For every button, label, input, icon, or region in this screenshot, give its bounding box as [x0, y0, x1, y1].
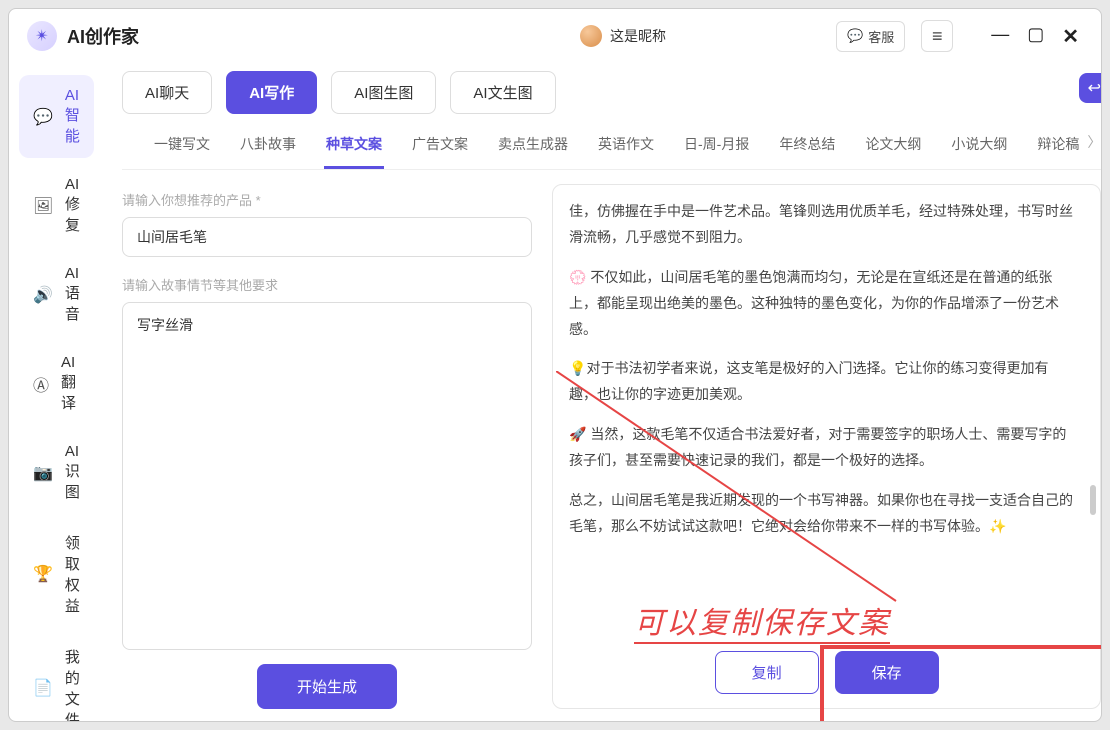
tab-ai-chat[interactable]: AI聊天 [122, 71, 212, 114]
app-title: AI创作家 [67, 23, 139, 49]
user-chip[interactable]: 这是昵称 [580, 25, 666, 47]
return-icon: ↩ [1088, 78, 1101, 98]
titlebar: AI创作家 这是昵称 💬 客服 — ▢ ✕ [9, 9, 1101, 63]
sub-tab-8[interactable]: 论文大纲 [863, 126, 923, 169]
file-icon: 📄 [33, 678, 53, 698]
back-button[interactable]: ↩ [1079, 73, 1102, 103]
maximize-button[interactable]: ▢ [1027, 24, 1044, 49]
top-tabs: AI聊天 AI写作 AI图生图 AI文生图 [122, 71, 1101, 114]
sub-tab-6[interactable]: 日-周-月报 [682, 126, 751, 169]
sidebar-item-ai-recognize[interactable]: 📷 AI识图 [19, 431, 94, 514]
sub-tab-2[interactable]: 种草文案 [324, 126, 384, 169]
sidebar-item-ai-repair[interactable]: 🖼 AI修复 [19, 164, 94, 247]
output-p2: 💮 不仅如此，山间居毛笔的墨色饱满而均匀，无论是在宣纸还是在普通的纸张上，都能呈… [569, 265, 1074, 343]
sub-tab-9[interactable]: 小说大纲 [949, 126, 1009, 169]
nickname: 这是昵称 [610, 26, 666, 46]
sub-tab-10[interactable]: 辩论稿 [1035, 126, 1081, 169]
chat-bubble-icon: 💬 [33, 107, 53, 127]
output-p1: 佳，仿佛握在手中是一件艺术品。笔锋则选用优质羊毛，经过特殊处理，书写时丝滑流畅，… [569, 199, 1074, 251]
speaker-icon: 🔊 [33, 285, 53, 305]
app-window: AI创作家 这是昵称 💬 客服 — ▢ ✕ 💬 AI智能 🖼 AI修复 [8, 8, 1102, 722]
close-button[interactable]: ✕ [1062, 24, 1079, 49]
output-p4: 🚀 当然，这款毛笔不仅适合书法爱好者，对于需要签字的职场人士、需要写字的孩子们，… [569, 422, 1074, 474]
sub-tab-3[interactable]: 广告文案 [410, 126, 470, 169]
output-panel: 佳，仿佛握在手中是一件艺术品。笔锋则选用优质羊毛，经过特殊处理，书写时丝滑流畅，… [552, 184, 1101, 709]
camera-icon: 📷 [33, 463, 53, 483]
minimize-button[interactable]: — [991, 24, 1009, 49]
trophy-icon: 🏆 [33, 564, 53, 584]
image-icon: 🖼 [33, 196, 53, 216]
chevron-right-icon[interactable]: 〉 [1087, 132, 1101, 152]
sub-tab-1[interactable]: 八卦故事 [238, 126, 298, 169]
sidebar-item-ai-voice[interactable]: 🔊 AI语音 [19, 253, 94, 336]
sub-tab-7[interactable]: 年终总结 [777, 126, 837, 169]
sub-tab-0[interactable]: 一键写文 [152, 126, 212, 169]
window-controls: — ▢ ✕ [991, 24, 1079, 49]
avatar [580, 25, 602, 47]
form-column: 请输入你想推荐的产品 * 请输入故事情节等其他要求 开始生成 [122, 184, 532, 709]
details-textarea[interactable] [122, 302, 532, 650]
generate-button[interactable]: 开始生成 [257, 664, 397, 709]
menu-button[interactable] [921, 20, 953, 52]
chat-icon: 💬 [847, 28, 863, 44]
sidebar-item-ai-translate[interactable]: Ⓐ AI翻译 [19, 342, 94, 425]
output-p3: 💡对于书法初学者来说，这支笔是极好的入门选择。它让你的练习变得更加有趣，也让你的… [569, 356, 1074, 408]
tab-ai-txt2img[interactable]: AI文生图 [450, 71, 555, 114]
sub-tabs: 一键写文 八卦故事 种草文案 广告文案 卖点生成器 英语作文 日-周-月报 年终… [122, 126, 1101, 170]
sidebar-item-ai-smart[interactable]: 💬 AI智能 [19, 75, 94, 158]
copy-button[interactable]: 复制 [715, 651, 819, 694]
sidebar-item-my-files[interactable]: 📄 我的文件 [19, 634, 94, 722]
main-area: ↩ AI聊天 AI写作 AI图生图 AI文生图 一键写文 八卦故事 种草文案 广… [104, 63, 1102, 721]
output-p5: 总之，山间居毛笔是我近期发现的一个书写神器。如果你也在寻找一支适合自己的毛笔，那… [569, 488, 1074, 540]
sub-tab-4[interactable]: 卖点生成器 [496, 126, 570, 169]
sub-tab-5[interactable]: 英语作文 [596, 126, 656, 169]
sidebar-item-benefits[interactable]: 🏆 领取权益 [19, 520, 94, 628]
tab-ai-write[interactable]: AI写作 [226, 71, 317, 114]
translate-icon: Ⓐ [33, 372, 49, 396]
product-label: 请输入你想推荐的产品 * [122, 190, 532, 209]
save-button[interactable]: 保存 [835, 651, 939, 694]
product-input[interactable] [122, 217, 532, 257]
scrollbar-thumb[interactable] [1090, 485, 1096, 515]
tab-ai-img2img[interactable]: AI图生图 [331, 71, 436, 114]
output-text[interactable]: 佳，仿佛握在手中是一件艺术品。笔锋则选用优质羊毛，经过特殊处理，书写时丝滑流畅，… [569, 199, 1084, 635]
details-label: 请输入故事情节等其他要求 [122, 275, 532, 294]
support-button[interactable]: 💬 客服 [836, 21, 905, 52]
sidebar: 💬 AI智能 🖼 AI修复 🔊 AI语音 Ⓐ AI翻译 📷 AI识图 [9, 63, 104, 721]
logo-icon [27, 21, 57, 51]
